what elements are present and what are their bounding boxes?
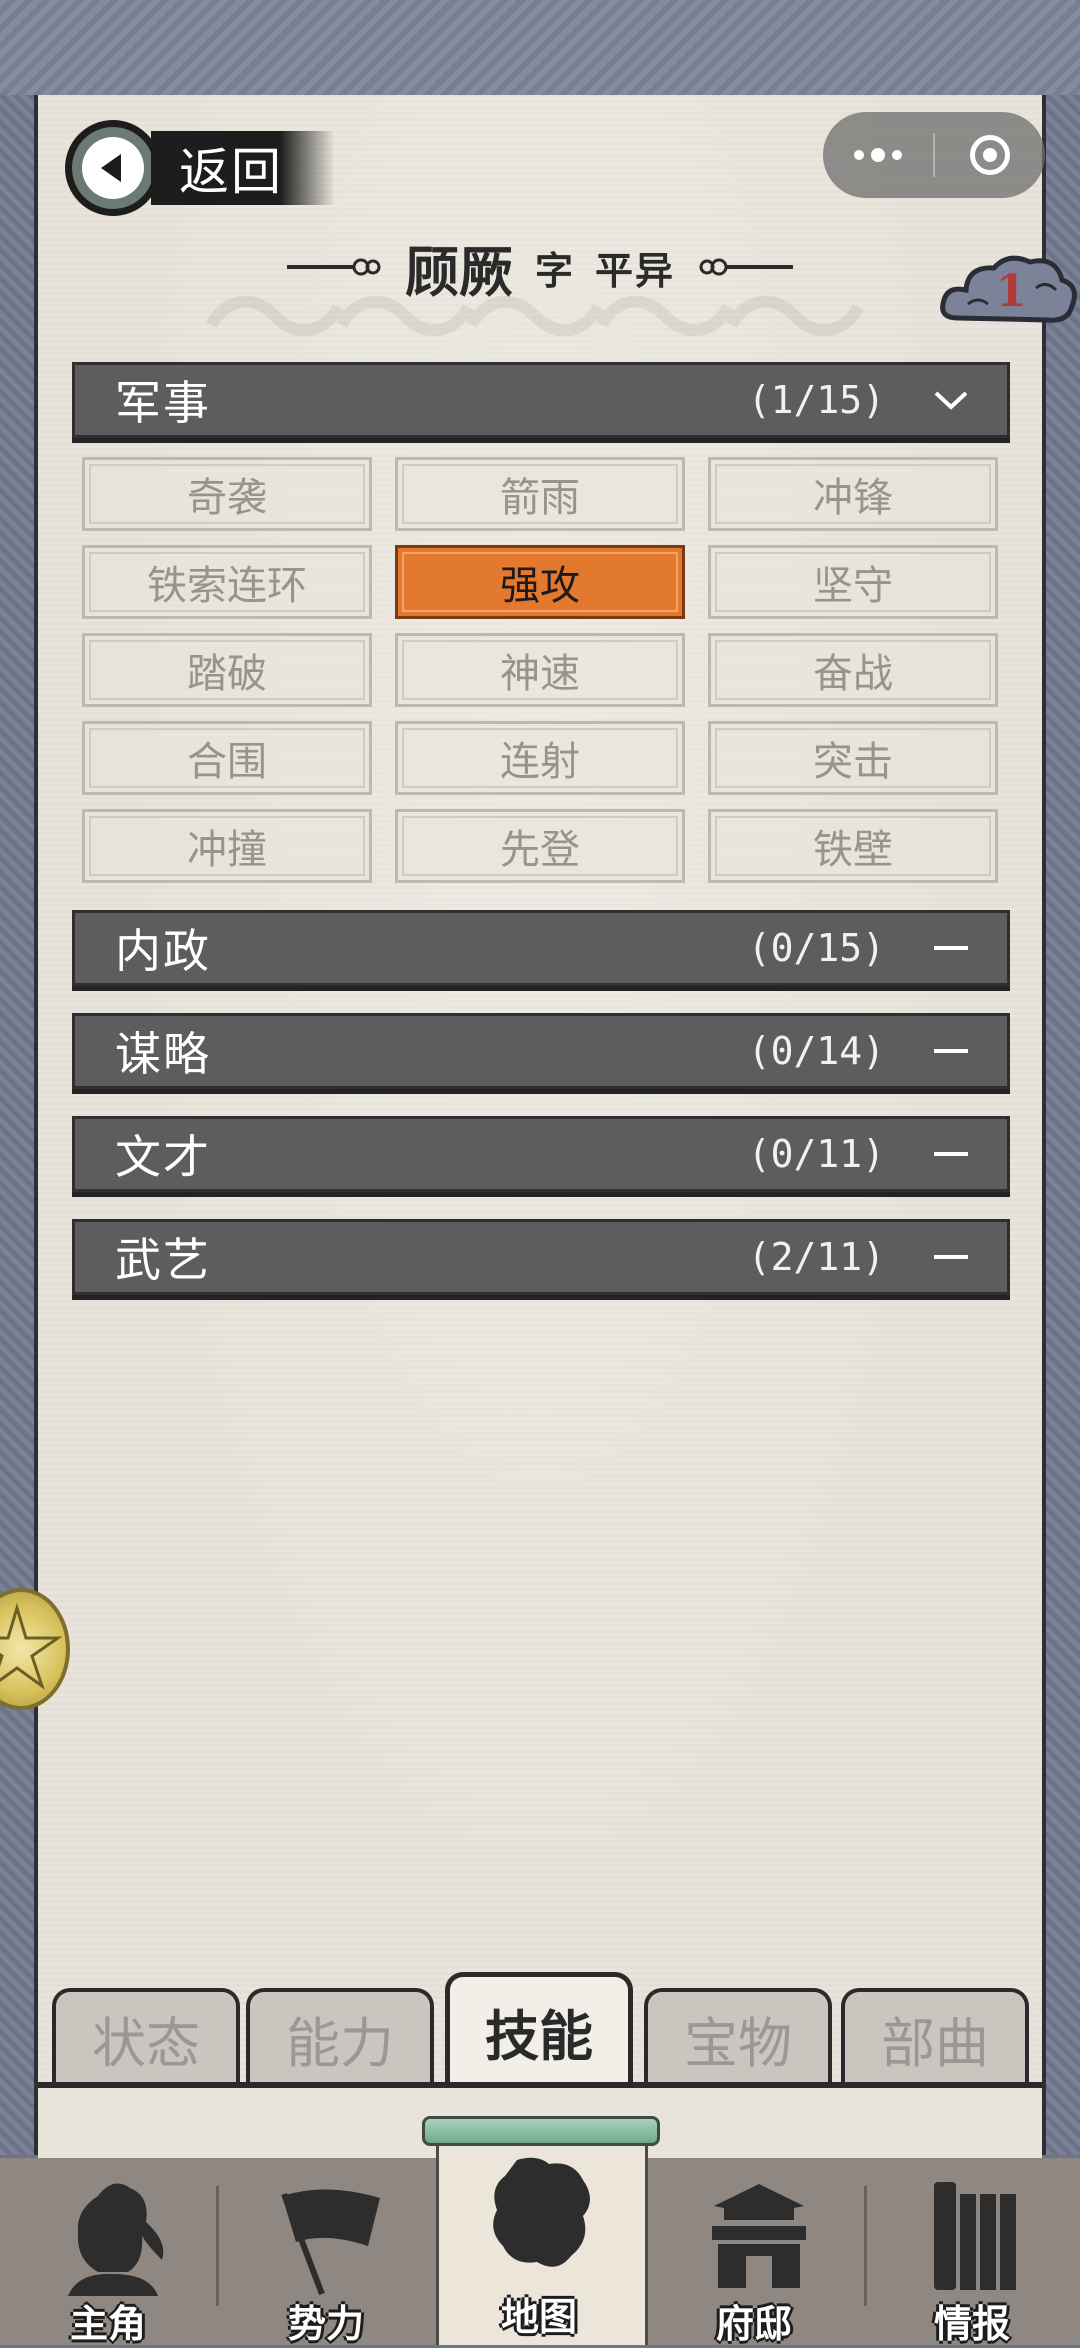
scroll-roll-decoration	[422, 2116, 660, 2146]
collapse-dash-icon	[931, 1237, 971, 1277]
nav-faction[interactable]: 势力	[226, 2158, 426, 2346]
tab-status[interactable]: 状态	[52, 1988, 240, 2084]
skill-hewei[interactable]: 合围	[82, 721, 372, 795]
map-icon	[493, 2157, 590, 2267]
section-label: 军事	[115, 376, 211, 430]
cloud-notification-badge[interactable]: 1	[938, 248, 1078, 340]
right-ornament-icon	[699, 258, 794, 276]
left-border	[0, 95, 38, 2155]
skill-fenzhan[interactable]: 奋战	[708, 633, 998, 707]
character-title: 顾厥 字 平异	[0, 232, 1080, 304]
nav-label: 情报	[933, 2302, 1010, 2346]
section-count: (0/14)	[747, 1029, 885, 1073]
miniprogram-capsule	[823, 112, 1045, 198]
back-arrow-icon	[65, 120, 161, 216]
section-label: 内政	[115, 924, 211, 978]
tab-ability[interactable]: 能力	[246, 1988, 434, 2084]
skill-chongfeng[interactable]: 冲锋	[708, 457, 998, 531]
nav-label: 府邸	[715, 2302, 792, 2346]
skill-jianshou[interactable]: 坚守	[708, 545, 998, 619]
section-martial[interactable]: 武艺 (2/11)	[72, 1219, 1010, 1295]
target-icon	[970, 135, 1010, 175]
section-count: (1/15)	[747, 378, 885, 422]
nav-mansion[interactable]: 府邸	[654, 2158, 854, 2346]
mansion-icon	[712, 2184, 806, 2288]
courtesy-name: 平异	[595, 248, 676, 293]
bottom-navigation: 主角 势力 地图 府邸 情报	[0, 2130, 1080, 2346]
back-label: 返回	[179, 143, 283, 201]
nav-label: 主角	[69, 2302, 146, 2346]
nav-hero[interactable]: 主角	[8, 2158, 208, 2346]
more-dots-icon	[854, 150, 864, 160]
section-civil-affairs[interactable]: 内政 (0/15)	[72, 910, 1010, 986]
chevron-down-icon	[931, 380, 971, 420]
nav-map[interactable]: 地图	[436, 2130, 648, 2345]
right-border	[1042, 95, 1080, 2155]
close-miniprogram-button[interactable]	[935, 112, 1045, 198]
flag-icon	[281, 2189, 380, 2296]
character-name: 顾厥	[404, 240, 513, 304]
skill-qianggong-selected[interactable]: 强攻	[395, 545, 685, 619]
section-label: 谋略	[115, 1027, 211, 1081]
section-label: 武艺	[115, 1233, 211, 1287]
nav-intel[interactable]: 情报	[872, 2158, 1072, 2346]
section-count: (2/11)	[747, 1235, 885, 1279]
nav-label: 地图	[500, 2295, 577, 2339]
top-decorative-band	[0, 0, 1080, 99]
courtesy-prefix: 字	[534, 248, 573, 293]
skill-jianyu[interactable]: 箭雨	[395, 457, 685, 531]
floating-medallion-icon[interactable]	[0, 1588, 70, 1710]
skill-qixi[interactable]: 奇袭	[82, 457, 372, 531]
section-strategy[interactable]: 谋略 (0/14)	[72, 1013, 1010, 1089]
more-menu-button[interactable]	[823, 112, 933, 198]
scroll-icon	[934, 2182, 1016, 2290]
section-count: (0/11)	[747, 1132, 885, 1176]
section-count: (0/15)	[747, 926, 885, 970]
skill-tiebi[interactable]: 铁壁	[708, 809, 998, 883]
left-ornament-icon	[286, 258, 381, 276]
cloud-badge-count: 1	[996, 266, 1027, 317]
section-literary[interactable]: 文才 (0/11)	[72, 1116, 1010, 1192]
tab-troops[interactable]: 部曲	[841, 1988, 1029, 2084]
skill-chongzhuang[interactable]: 冲撞	[82, 809, 372, 883]
collapse-dash-icon	[931, 1134, 971, 1174]
collapse-dash-icon	[931, 1031, 971, 1071]
hero-icon	[68, 2183, 164, 2296]
back-button[interactable]: 返回	[65, 118, 365, 218]
tab-skills[interactable]: 技能	[445, 1972, 633, 2086]
skill-lianshe[interactable]: 连射	[395, 721, 685, 795]
skill-tuji[interactable]: 突击	[708, 721, 998, 795]
section-military[interactable]: 军事 (1/15)	[72, 362, 1010, 438]
skill-tiesuolianhuan[interactable]: 铁索连环	[82, 545, 372, 619]
skill-tapo[interactable]: 踏破	[82, 633, 372, 707]
nav-label: 势力	[287, 2302, 364, 2346]
collapse-dash-icon	[931, 928, 971, 968]
tab-treasure[interactable]: 宝物	[644, 1988, 832, 2084]
skill-xiandeng[interactable]: 先登	[395, 809, 685, 883]
section-label: 文才	[115, 1130, 211, 1184]
skill-shensu[interactable]: 神速	[395, 633, 685, 707]
